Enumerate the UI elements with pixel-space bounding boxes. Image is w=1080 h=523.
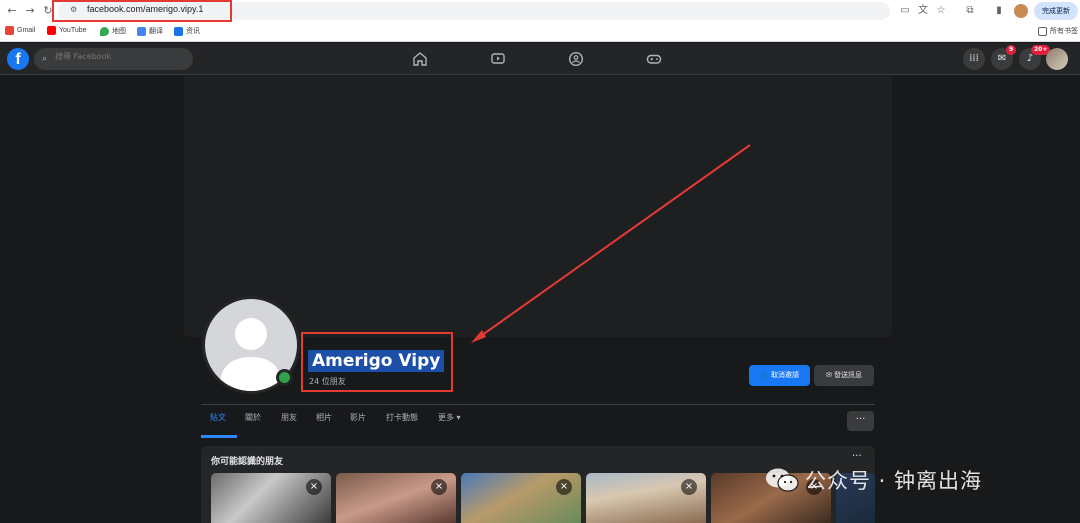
tab-photos[interactable]: 相片 [316,412,332,423]
search-icon: ⌕ [42,54,48,64]
news-icon [174,26,183,36]
video-icon[interactable] [490,51,506,67]
messenger-badge: 9 [1006,45,1017,55]
translate-bookmark-icon [137,26,146,36]
bookmark-label: 地图 [112,28,126,35]
browser-toolbar: ← → ↻ ⚙ facebook.com/amerigo.vipy.1 ▭ 文 … [0,0,1080,22]
bookmarks-bar: Gmail YouTube 地图 翻译 资讯 所有书签 [0,22,1080,42]
profile-name: Amerigo Vipy [308,350,445,372]
online-status-dot [276,369,293,386]
tabs-divider [201,404,875,405]
more-options-button[interactable]: ··· [847,411,874,431]
watermark-text: 公众号 · 钟离出海 [805,469,983,493]
bookmark-gmail[interactable]: Gmail [5,26,35,35]
tab-videos[interactable]: 影片 [350,412,366,423]
all-bookmarks[interactable]: 所有书签 [1038,26,1078,36]
tab-about[interactable]: 關於 [245,412,261,423]
translate-icon[interactable]: 文 [916,4,930,18]
cast-icon[interactable]: ▭ [898,4,912,18]
cancel-request-label: 取消邀請 [770,371,799,379]
back-arrow-icon[interactable]: ← [4,3,20,19]
suggestions-more-button[interactable]: ··· [852,451,862,462]
all-bookmarks-label: 所有书签 [1050,28,1078,35]
facebook-header: f ⌕ ⁞⁞⁞ ✉ 9 ♪ 20+ [0,43,1080,75]
groups-icon[interactable] [568,51,584,67]
home-icon[interactable] [412,51,428,67]
friends-count[interactable]: 24 位朋友 [309,376,346,387]
send-message-button[interactable]: ✉ 發送訊息 [814,365,874,386]
bookmark-youtube[interactable]: YouTube [47,26,87,35]
tab-posts[interactable]: 貼文 [210,412,226,423]
bookmark-label: 资讯 [186,28,200,35]
bookmark-maps[interactable]: 地图 [100,26,126,36]
cover-photo [184,75,892,337]
browser-profile-avatar[interactable] [1014,4,1028,18]
bookmark-label: Gmail [17,27,36,34]
cancel-request-button[interactable]: 👤 取消邀請 [749,365,810,386]
active-tab-underline [201,435,237,438]
wechat-icon [766,468,799,492]
messenger-small-icon: ✉ [825,371,832,379]
person-icon: 👤 [760,371,769,379]
search-box[interactable]: ⌕ [34,48,193,70]
extensions-icon[interactable]: ⧉ [963,4,977,18]
send-message-label: 發送訊息 [834,371,863,379]
youtube-icon [47,26,56,35]
suggestions-title: 你可能認識的朋友 [211,457,284,467]
close-icon[interactable]: × [681,479,697,495]
url-highlight-box [52,0,232,22]
tab-checkins[interactable]: 打卡動態 [386,412,418,423]
gmail-icon [5,26,14,35]
bookmark-news[interactable]: 资讯 [174,26,200,36]
close-icon[interactable]: × [556,479,572,495]
update-button[interactable]: 完成更新 [1034,2,1078,20]
forward-arrow-icon[interactable]: → [22,3,38,19]
side-panel-icon[interactable]: ▮ [992,4,1006,18]
facebook-logo[interactable]: f [7,48,29,70]
bookmark-label: 翻译 [149,28,163,35]
tab-more-label: 更多 [438,413,454,422]
caret-down-icon: ▾ [456,413,461,422]
tab-friends[interactable]: 朋友 [281,412,297,423]
close-icon[interactable]: × [306,479,322,495]
folder-icon [1038,26,1047,36]
bookmark-star-icon[interactable]: ☆ [934,4,948,18]
maps-icon [100,26,109,36]
close-icon[interactable]: × [431,479,447,495]
account-avatar[interactable] [1046,48,1068,70]
menu-grid-icon[interactable]: ⁞⁞⁞ [963,48,985,70]
bookmark-label: YouTube [59,27,87,34]
bookmark-translate[interactable]: 翻译 [137,26,163,36]
tab-more[interactable]: 更多 ▾ [438,412,461,423]
gaming-icon[interactable] [646,51,662,67]
search-input[interactable] [55,52,185,61]
